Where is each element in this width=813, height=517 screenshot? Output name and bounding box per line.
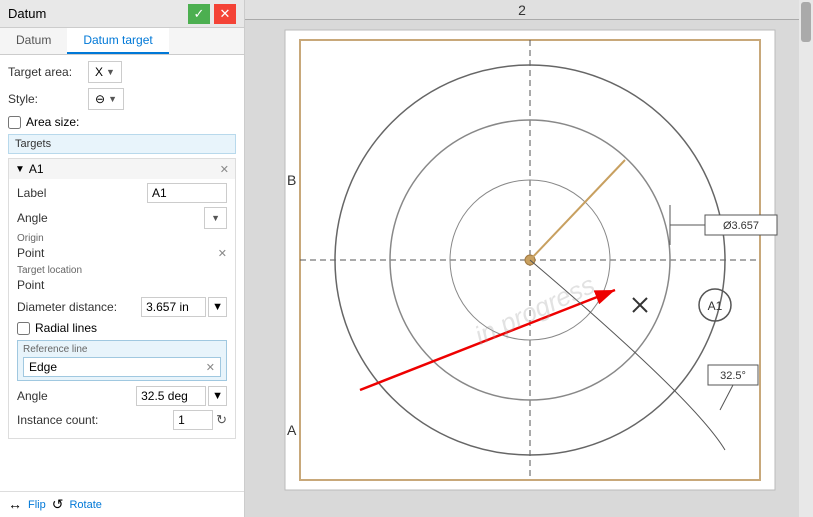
panel-actions: ✓ ✕ (188, 4, 236, 24)
diameter-distance-control: ▼ (141, 297, 227, 317)
cancel-button[interactable]: ✕ (214, 4, 236, 24)
angle-value-label: Angle (17, 389, 48, 403)
target-a1-body: Label Angle ▼ Origin Point ✕ (9, 179, 235, 438)
angle-dropdown[interactable]: ▼ (204, 207, 227, 229)
svg-text:32.5°: 32.5° (720, 370, 746, 382)
diameter-distance-label: Diameter distance: (17, 300, 117, 314)
reference-line-group: Reference line Edge ✕ (17, 340, 227, 381)
rotate-button[interactable]: Rotate (69, 496, 101, 513)
grid-label-b: B (287, 172, 296, 188)
origin-field-label: Origin (17, 233, 227, 244)
tab-datum[interactable]: Datum (0, 28, 67, 54)
label-field-label: Label (17, 186, 46, 200)
svg-text:A1: A1 (708, 299, 723, 313)
angle-value-input[interactable] (136, 386, 206, 406)
vertical-scrollbar[interactable] (799, 0, 813, 517)
left-panel: Datum ✓ ✕ Datum Datum target Target area… (0, 0, 245, 517)
reference-line-value: Edge (29, 360, 57, 374)
target-area-row: Target area: X ▼ (8, 61, 236, 83)
area-size-row: Area size: (8, 115, 236, 129)
angle-arrow-icon: ▼ (211, 213, 220, 223)
instance-count-label: Instance count: (17, 413, 98, 427)
label-input[interactable] (147, 183, 227, 203)
style-arrow-icon: ▼ (108, 94, 117, 104)
target-location-group: Target location Point (17, 265, 227, 292)
style-control: ⊖ ▼ (88, 88, 124, 110)
target-a1-item: ▼ A1 ✕ Label Angle ▼ (8, 158, 236, 439)
angle-unit-dropdown[interactable]: ▼ (208, 386, 227, 406)
reference-line-clear-icon[interactable]: ✕ (206, 361, 215, 374)
radial-lines-checkbox[interactable] (17, 322, 30, 335)
target-a1-header: ▼ A1 ✕ (9, 159, 235, 179)
diameter-distance-input[interactable] (141, 297, 206, 317)
angle-value-control: ▼ (136, 386, 227, 406)
chevron-down-icon: ▼ (15, 164, 25, 175)
flip-button[interactable]: Flip (28, 496, 46, 513)
target-area-label: Target area: (8, 65, 88, 79)
target-location-field-label: Target location (17, 265, 227, 276)
instance-count-row: Instance count: ↻ (17, 410, 227, 430)
style-label: Style: (8, 92, 88, 106)
instance-count-input[interactable] (173, 410, 213, 430)
style-dropdown[interactable]: ⊖ ▼ (88, 88, 124, 110)
reference-line-header: Reference line (23, 344, 221, 355)
target-a1-name: A1 (29, 162, 44, 176)
drawing-canvas: A1 Ø3.657 32.5° B A in progress (245, 20, 799, 517)
panel-title: Datum (8, 6, 46, 21)
target-location-value: Point (17, 278, 227, 292)
target-area-dropdown[interactable]: X ▼ (88, 61, 122, 83)
origin-value: Point (17, 246, 44, 260)
area-size-checkbox[interactable] (8, 116, 21, 129)
grid-label-a: A (287, 422, 297, 438)
confirm-button[interactable]: ✓ (188, 4, 210, 24)
tabs-bar: Datum Datum target (0, 28, 244, 55)
tab-datum-target[interactable]: Datum target (67, 28, 168, 54)
reference-line-value-box: Edge ✕ (23, 357, 221, 377)
origin-clear-icon[interactable]: ✕ (218, 247, 227, 260)
canvas-area: 2 A1 Ø3. (245, 0, 813, 517)
grid-label-top: 2 (518, 2, 526, 18)
angle-value-row: Angle ▼ (17, 386, 227, 406)
diameter-distance-unit-dropdown[interactable]: ▼ (208, 297, 227, 317)
angle-dropdown-row: Angle ▼ (17, 207, 227, 229)
target-area-arrow-icon: ▼ (106, 67, 115, 77)
svg-text:Ø3.657: Ø3.657 (723, 220, 759, 232)
refresh-icon[interactable]: ↻ (216, 412, 227, 428)
style-row: Style: ⊖ ▼ (8, 88, 236, 110)
radial-lines-label: Radial lines (35, 321, 97, 335)
rotate-icon: ↺ (52, 496, 64, 513)
targets-header: Targets (8, 134, 236, 154)
area-size-label: Area size: (26, 115, 79, 129)
target-a1-close-icon[interactable]: ✕ (220, 163, 229, 176)
origin-value-row: Point ✕ (17, 246, 227, 260)
grid-top-bar: 2 (245, 0, 799, 20)
target-a1-header-left: ▼ A1 (15, 162, 44, 176)
flip-icon: ↔ (8, 496, 22, 513)
angle-field-label: Angle (17, 211, 48, 225)
label-row: Label (17, 183, 227, 203)
bottom-actions: ↔ Flip ↺ Rotate (0, 491, 244, 517)
diameter-distance-row: Diameter distance: ▼ (17, 297, 227, 317)
scrollbar-thumb[interactable] (801, 2, 811, 42)
origin-group: Origin Point ✕ (17, 233, 227, 260)
panel-content: Target area: X ▼ Style: ⊖ ▼ Area size: (0, 55, 244, 491)
radial-lines-row: Radial lines (17, 321, 227, 335)
panel-header: Datum ✓ ✕ (0, 0, 244, 28)
instance-count-control: ↻ (173, 410, 227, 430)
target-area-control: X ▼ (88, 61, 122, 83)
